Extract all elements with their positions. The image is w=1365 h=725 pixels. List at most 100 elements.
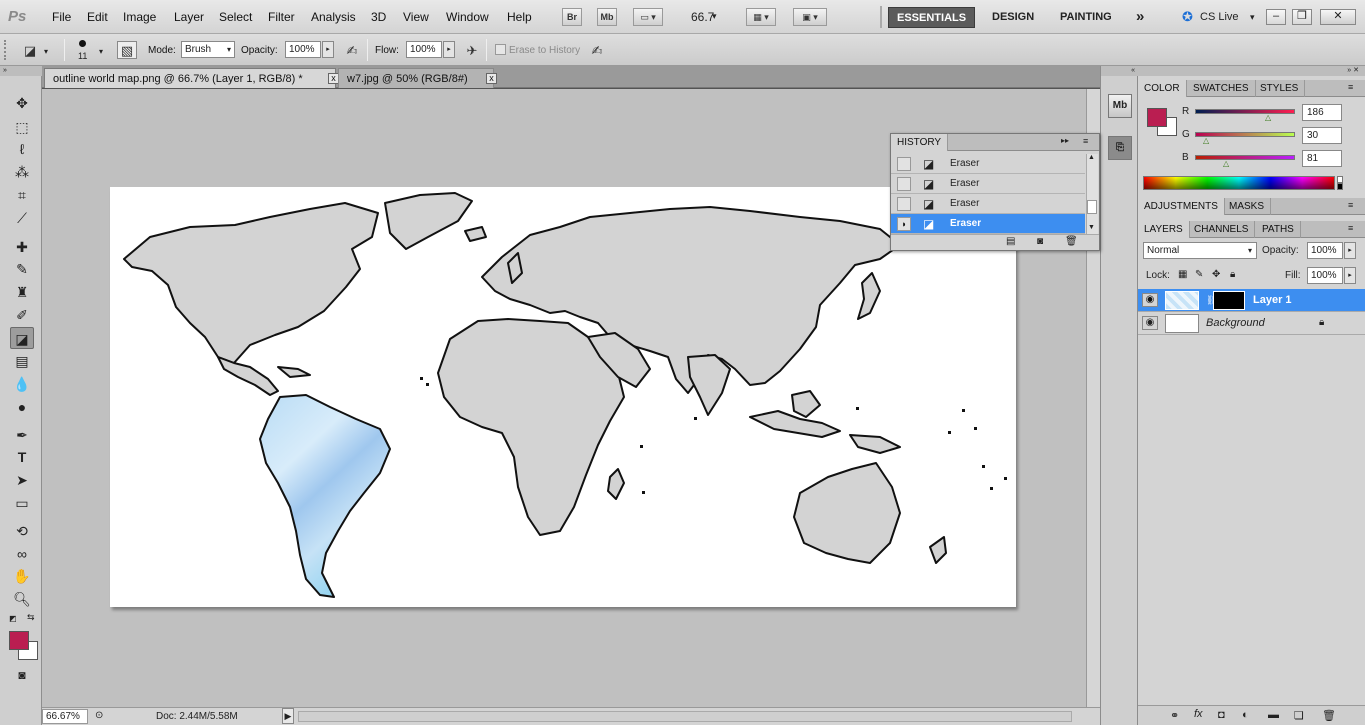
erase-to-history-checkbox[interactable]	[495, 44, 506, 55]
blue-value-field[interactable]: 81	[1302, 150, 1342, 167]
green-slider[interactable]	[1195, 132, 1295, 137]
blue-slider[interactable]	[1195, 155, 1295, 160]
tab-adjustments[interactable]: ADJUSTMENTS	[1138, 198, 1225, 215]
tab-swatches[interactable]: SWATCHES	[1187, 80, 1256, 97]
history-item[interactable]: ◪ Eraser	[891, 194, 1085, 214]
path-selection-tool-icon[interactable]: ➤	[10, 469, 34, 491]
layer-row-background[interactable]: ◉ Background 🔒︎	[1138, 312, 1365, 335]
blue-slider-thumb-icon[interactable]: △	[1223, 159, 1229, 168]
dock-collapse-icon[interactable]: «	[1101, 66, 1139, 76]
bridge-button[interactable]: Br	[562, 8, 582, 26]
flow-slider-arrow-icon[interactable]: ▸	[443, 41, 455, 58]
zoom-dropdown-icon[interactable]: ▾	[712, 11, 717, 22]
panel-menu-icon[interactable]: ≡	[1348, 200, 1353, 210]
preset-dropdown-icon[interactable]: ▾	[44, 47, 48, 56]
layer-row-layer-1[interactable]: ◉ ⛓ Layer 1	[1138, 289, 1365, 312]
menu-edit[interactable]: Edit	[87, 10, 108, 24]
lock-transparent-icon[interactable]: ▦	[1178, 269, 1187, 280]
3d-orbit-tool-icon[interactable]: ∞	[10, 543, 34, 565]
red-slider-thumb-icon[interactable]: △	[1265, 113, 1271, 122]
brush-panel-icon[interactable]: ▧	[117, 41, 137, 59]
scroll-thumb[interactable]	[1087, 200, 1097, 214]
history-scrollbar[interactable]: ▲ ▼	[1086, 154, 1098, 234]
history-source-checkbox[interactable]	[897, 197, 911, 211]
zoom-level-display[interactable]: 66.7	[691, 10, 714, 24]
workspace-design[interactable]: DESIGN	[984, 7, 1042, 28]
tab-history[interactable]: HISTORY	[891, 134, 949, 151]
trash-icon[interactable]: 🗑︎	[1322, 709, 1336, 722]
status-zoom-field[interactable]: 66.67%	[42, 709, 88, 724]
shape-tool-icon[interactable]: ▭	[10, 492, 34, 514]
new-layer-icon[interactable]: ❏	[1294, 709, 1304, 722]
panels-collapse-icon[interactable]: » ✕	[1138, 66, 1365, 76]
new-document-from-state-icon[interactable]: ▤	[1006, 236, 1015, 247]
3d-rotate-tool-icon[interactable]: ⟲	[10, 520, 34, 542]
gradient-tool-icon[interactable]: ▤	[10, 350, 34, 372]
workspace-essentials[interactable]: ESSENTIALS	[888, 7, 976, 28]
arrange-documents-button[interactable]: ▦ ▾	[746, 8, 776, 26]
tab-paths[interactable]: PATHS	[1256, 221, 1301, 238]
menu-analysis[interactable]: Analysis	[311, 10, 356, 24]
green-value-field[interactable]: 30	[1302, 127, 1342, 144]
layer-thumbnail[interactable]	[1165, 291, 1199, 310]
pen-tool-icon[interactable]: ✒	[10, 424, 34, 446]
workspace-painting[interactable]: PAINTING	[1052, 7, 1120, 28]
mini-bridge-panel-icon[interactable]: Mb	[1108, 94, 1132, 118]
panel-menu-icon[interactable]: ≡	[1348, 82, 1353, 92]
quick-mask-icon[interactable]: ◙	[10, 664, 34, 686]
foreground-color-swatch[interactable]	[9, 631, 29, 650]
history-brush-tool-icon[interactable]: ✐	[10, 304, 34, 326]
close-icon[interactable]: x	[486, 73, 497, 84]
tab-outline-world-map[interactable]: outline world map.png @ 66.7% (Layer 1, …	[44, 68, 339, 88]
lasso-tool-icon[interactable]: ℓ	[10, 138, 34, 160]
swap-colors-icon[interactable]: ⇆	[27, 612, 35, 623]
menu-file[interactable]: File	[52, 10, 71, 24]
status-menu-arrow-icon[interactable]: ▶	[282, 708, 294, 724]
spectrum-white-swatch[interactable]	[1337, 176, 1343, 183]
tab-channels[interactable]: CHANNELS	[1188, 221, 1256, 238]
flow-field[interactable]: 100%	[406, 41, 442, 58]
hand-tool-icon[interactable]: ✋	[10, 565, 34, 587]
clone-stamp-tool-icon[interactable]: ♜	[10, 281, 34, 303]
history-item-selected[interactable]: ◗ ◪ Eraser	[891, 214, 1085, 234]
dodge-tool-icon[interactable]: ●	[10, 396, 34, 418]
green-slider-thumb-icon[interactable]: △	[1203, 136, 1209, 145]
opacity-slider-arrow-icon[interactable]: ▸	[322, 41, 334, 58]
expand-panel-icon[interactable]: ▸▸	[1061, 136, 1069, 145]
brush-tool-icon[interactable]: ✎	[10, 258, 34, 280]
link-layers-icon[interactable]: ⚭	[1170, 709, 1179, 722]
type-tool-icon[interactable]: T	[10, 446, 34, 468]
history-brush-source-icon[interactable]: ◗	[897, 217, 911, 231]
adjustment-layer-icon[interactable]: ◐	[1242, 709, 1249, 721]
scroll-up-icon[interactable]: ▲	[1088, 154, 1095, 161]
history-item[interactable]: ◪ Eraser	[891, 154, 1085, 174]
menu-view[interactable]: View	[403, 10, 429, 24]
blend-mode-select[interactable]: Normal ▾	[1143, 242, 1257, 259]
tab-styles[interactable]: STYLES	[1254, 80, 1306, 97]
healing-brush-tool-icon[interactable]: ✚	[10, 236, 34, 258]
mode-select[interactable]: Brush ▾	[181, 41, 235, 58]
view-extras-button[interactable]: ▭ ▾	[633, 8, 663, 26]
document-canvas[interactable]	[110, 187, 1016, 607]
trash-icon[interactable]: 🗑︎	[1065, 236, 1078, 247]
status-info-icon[interactable]: ⊙	[95, 710, 103, 721]
blur-tool-icon[interactable]: 💧	[10, 373, 34, 395]
eye-icon[interactable]: ◉	[1142, 293, 1158, 307]
opacity-pressure-icon[interactable]: ✍	[342, 41, 362, 59]
color-spectrum-bar[interactable]	[1143, 176, 1335, 190]
layer-name[interactable]: Background	[1206, 317, 1265, 329]
lock-all-icon[interactable]: 🔒︎	[1230, 269, 1235, 280]
history-item[interactable]: ◪ Eraser	[891, 174, 1085, 194]
brush-dot-icon[interactable]	[79, 40, 86, 47]
horizontal-scrollbar[interactable]	[298, 711, 1072, 722]
layer-opacity-field[interactable]: 100%	[1307, 242, 1343, 259]
restore-button[interactable]: ❐	[1292, 9, 1312, 25]
tab-color[interactable]: COLOR	[1138, 80, 1187, 97]
zoom-tool-icon[interactable]: 🔍︎	[10, 588, 34, 610]
layer-mask-thumbnail[interactable]	[1213, 291, 1245, 310]
menu-image[interactable]: Image	[123, 10, 156, 24]
cs-live-dropdown-icon[interactable]: ▾	[1250, 12, 1255, 23]
layer-opacity-arrow-icon[interactable]: ▸	[1344, 242, 1356, 259]
fx-icon[interactable]: fx	[1194, 708, 1203, 720]
history-source-checkbox[interactable]	[897, 177, 911, 191]
